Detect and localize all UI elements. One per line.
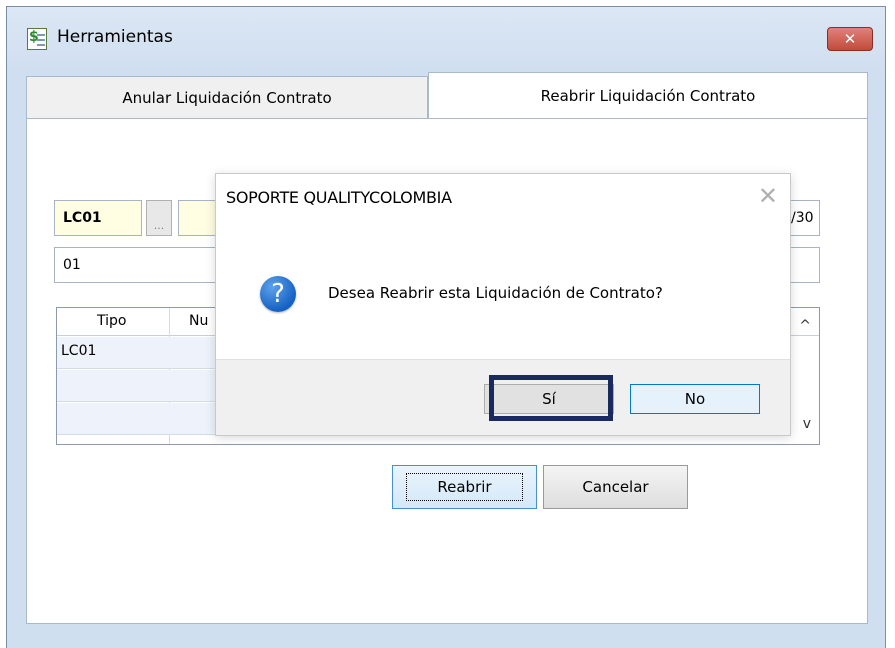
- row-tipo: LC01: [61, 343, 97, 359]
- dialog-title: SOPORTE QUALITYCOLOMBIA: [226, 188, 452, 207]
- date-field[interactable]: /30: [788, 200, 820, 236]
- scroll-down-arrow[interactable]: v: [803, 416, 811, 432]
- app-icon: $: [27, 28, 47, 50]
- question-icon: ?: [260, 276, 296, 312]
- secondary-field[interactable]: 01: [54, 247, 224, 283]
- reabrir-button[interactable]: Reabrir: [392, 465, 537, 509]
- dialog-close-icon[interactable]: ✕: [758, 182, 778, 210]
- column-header-numero[interactable]: Nu: [189, 313, 208, 329]
- dialog-message: Desea Reabrir esta Liquidación de Contra…: [328, 284, 663, 302]
- secondary-field-right[interactable]: [788, 247, 820, 283]
- cancelar-button[interactable]: Cancelar: [543, 465, 688, 509]
- window-close-button[interactable]: ✕: [827, 27, 873, 51]
- tab-anular-liquidacion[interactable]: Anular Liquidación Contrato: [26, 76, 428, 118]
- column-header-tipo[interactable]: Tipo: [97, 313, 126, 329]
- reabrir-button-label: Reabrir: [406, 473, 523, 501]
- tab-reabrir-liquidacion[interactable]: Reabrir Liquidación Contrato: [428, 72, 868, 120]
- no-button[interactable]: No: [630, 384, 760, 414]
- yes-button-highlight: [489, 375, 613, 421]
- code-field[interactable]: LC01: [54, 200, 142, 236]
- lookup-button[interactable]: ...: [146, 200, 172, 236]
- window-title: Herramientas: [57, 27, 173, 47]
- scroll-up-arrow[interactable]: ^: [799, 318, 811, 334]
- title-bar: $ Herramientas ✕: [7, 7, 885, 75]
